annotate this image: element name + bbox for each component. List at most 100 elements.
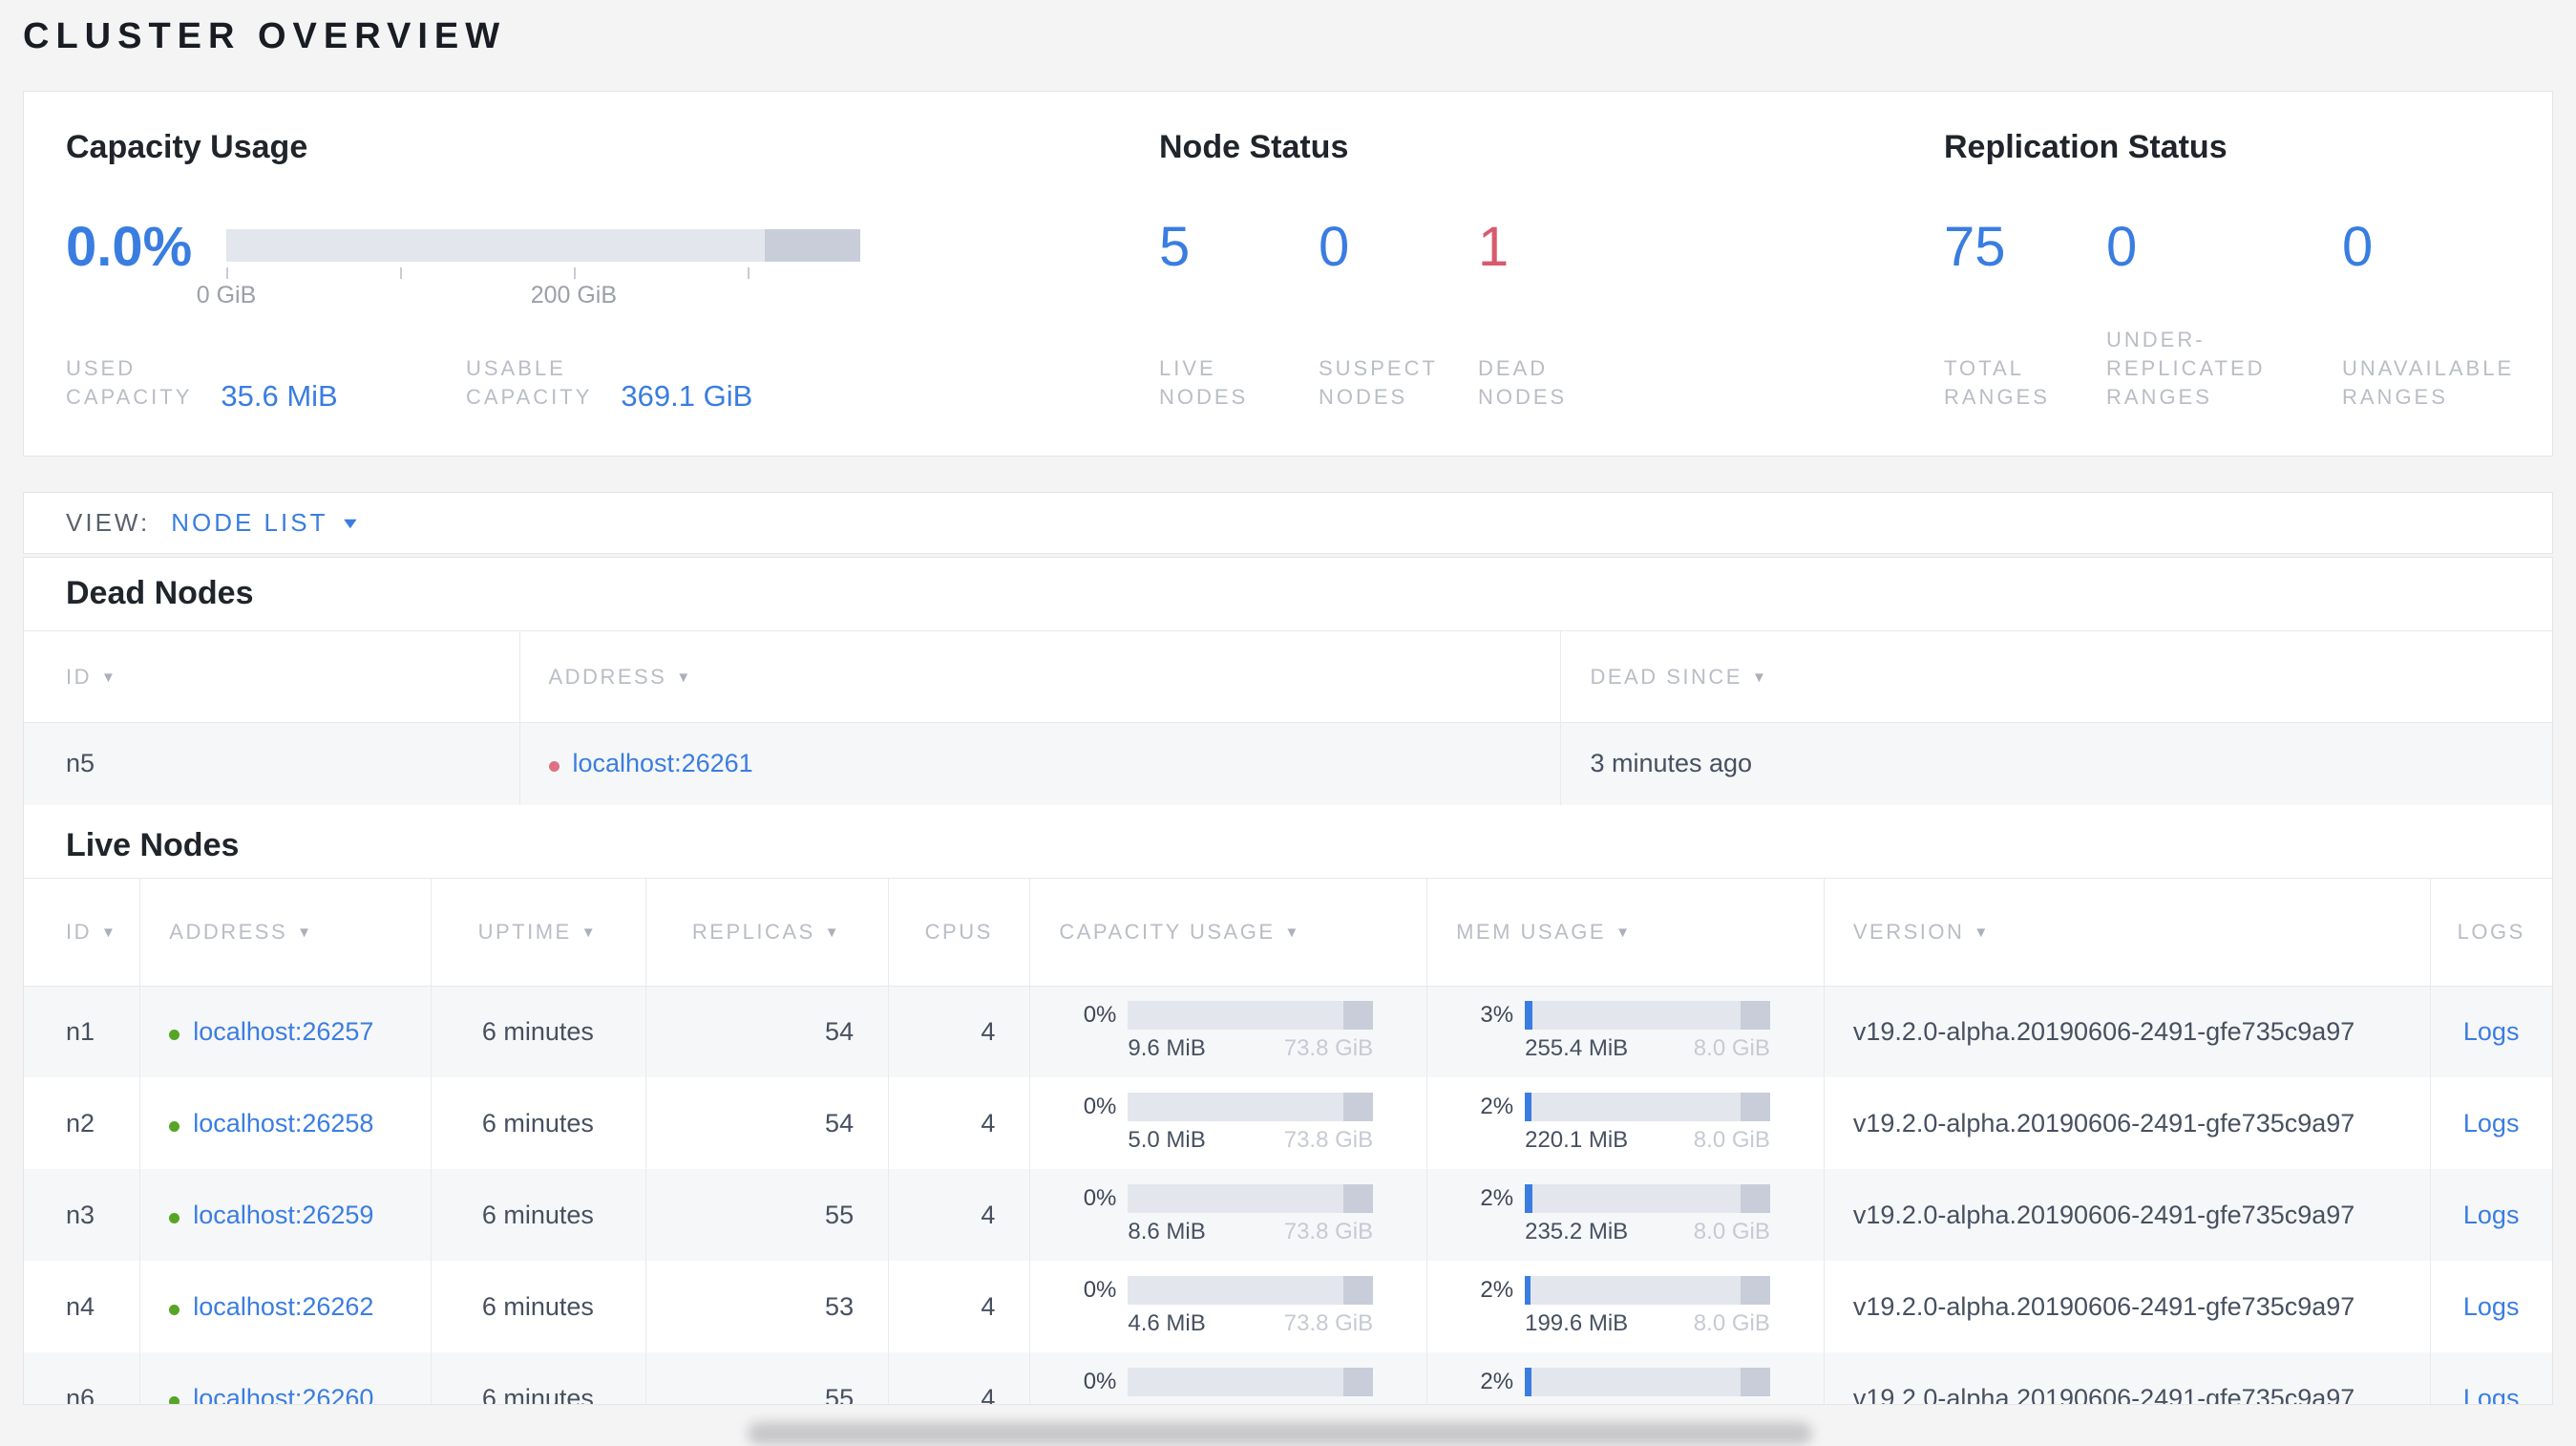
capacity-percent: 0% bbox=[1083, 1369, 1117, 1394]
live-col-uptime-header[interactable]: UPTIME ▼ bbox=[430, 877, 646, 987]
dead-col-dead-since-header[interactable]: DEAD SINCE ▼ bbox=[1560, 630, 2552, 723]
live-col-mem-usage-header[interactable]: MEM USAGE ▼ bbox=[1426, 877, 1825, 987]
node-address-link[interactable]: localhost:26258 bbox=[193, 1109, 373, 1138]
live-col-id-header[interactable]: ID ▼ bbox=[24, 877, 140, 987]
logs-link[interactable]: Logs bbox=[2463, 1017, 2520, 1046]
dead-col-id-header[interactable]: ID ▼ bbox=[24, 630, 519, 723]
used-capacity-stat: USED CAPACITY 35.6 MiB bbox=[66, 354, 466, 413]
capacity-total-value: 73.8 GiB bbox=[1284, 1402, 1373, 1404]
mem-usage-tail bbox=[1741, 1368, 1770, 1396]
live-col-cpus-header[interactable]: CPUS bbox=[888, 877, 1030, 987]
mem-usage-fill bbox=[1525, 1276, 1531, 1305]
live-node-id: n2 bbox=[66, 1108, 95, 1138]
dead-nodes-label: DEAD NODES bbox=[1478, 356, 1568, 409]
node-address-link[interactable]: localhost:26262 bbox=[193, 1292, 373, 1321]
capacity-usage-tail bbox=[1343, 1276, 1374, 1305]
mem-percent: 3% bbox=[1480, 1002, 1514, 1029]
view-label: VIEW: bbox=[66, 508, 151, 537]
live-node-uptime: 6 minutes bbox=[430, 986, 646, 1077]
live-node-version: v19.2.0-alpha.20190606-2491-gfe735c9a97 bbox=[1823, 986, 2431, 1077]
live-node-capacity-usage-cell: 0% 9.6 MiB 73.8 GiB bbox=[1029, 986, 1427, 1077]
live-node-uptime: 6 minutes bbox=[430, 1261, 646, 1352]
mem-usage-minibar bbox=[1525, 1276, 1770, 1305]
mem-percent: 2% bbox=[1480, 1277, 1514, 1303]
mem-usage-fill bbox=[1525, 1368, 1532, 1396]
dead-col-address-header[interactable]: ADDRESS ▼ bbox=[518, 630, 1561, 723]
mem-usage-minibar bbox=[1525, 1001, 1770, 1031]
logs-link[interactable]: Logs bbox=[2463, 1109, 2520, 1138]
capacity-usage-minibar bbox=[1128, 1368, 1374, 1396]
sort-desc-icon: ▼ bbox=[581, 924, 599, 941]
usable-capacity-value: 369.1 GiB bbox=[621, 379, 753, 413]
mem-total-value: 8.0 GiB bbox=[1693, 1127, 1770, 1153]
dead-nodes-heading: Dead Nodes bbox=[66, 575, 254, 611]
live-node-mem-usage-cell: 2% 225.5 MiB 8.0 GiB bbox=[1426, 1352, 1825, 1404]
live-node-dot-icon bbox=[169, 1304, 180, 1315]
sort-desc-icon: ▼ bbox=[1284, 924, 1301, 941]
capacity-used-value: 5.0 MiB bbox=[1128, 1127, 1206, 1153]
live-node-mem-usage-cell: 2% 199.6 MiB 8.0 GiB bbox=[1426, 1261, 1825, 1352]
capacity-used-value: 4.6 MiB bbox=[1128, 1310, 1206, 1336]
live-node-version: v19.2.0-alpha.20190606-2491-gfe735c9a97 bbox=[1823, 1169, 2431, 1261]
live-node-address-cell: localhost:26260 bbox=[139, 1352, 432, 1405]
live-node-mem-usage-cell: 2% 235.2 MiB 8.0 GiB bbox=[1426, 1169, 1825, 1261]
live-col-address-header[interactable]: ADDRESS ▼ bbox=[139, 877, 432, 987]
mem-used-value: 199.6 MiB bbox=[1525, 1310, 1629, 1336]
live-col-version-header[interactable]: VERSION ▼ bbox=[1823, 877, 2431, 987]
node-address-link[interactable]: localhost:26257 bbox=[193, 1017, 373, 1046]
live-node-cpus: 4 bbox=[888, 1261, 1030, 1352]
sort-desc-icon: ▼ bbox=[1974, 924, 1991, 941]
live-node-row: n1 localhost:26257 6 minutes 54 4 0% 9.6… bbox=[24, 986, 2552, 1077]
usable-capacity-label: USABLE CAPACITY bbox=[466, 356, 593, 409]
mem-usage-minibar bbox=[1525, 1093, 1770, 1121]
live-node-dot-icon bbox=[169, 1029, 180, 1040]
capacity-bar-reserved-segment bbox=[765, 229, 860, 262]
axis-label-200gib: 200 GiB bbox=[530, 282, 618, 308]
capacity-used-value: 8.6 MiB bbox=[1128, 1219, 1206, 1244]
live-node-logs-cell: Logs bbox=[2430, 1169, 2552, 1261]
node-address-link[interactable]: localhost:26261 bbox=[573, 749, 753, 777]
live-col-replicas-header[interactable]: REPLICAS ▼ bbox=[644, 877, 889, 987]
live-node-row: n6 localhost:26260 6 minutes 55 4 0% 2% … bbox=[24, 1352, 2552, 1405]
live-node-capacity-usage-cell: 0% 5.0 MiB 73.8 GiB bbox=[1029, 1077, 1427, 1169]
live-node-logs-cell: Logs bbox=[2430, 1077, 2552, 1169]
logs-link[interactable]: Logs bbox=[2463, 1384, 2520, 1405]
cluster-summary-card: Capacity Usage 0.0% 0 GiB 200 GiB USED C… bbox=[23, 91, 2553, 457]
live-node-address-cell: localhost:26259 bbox=[139, 1169, 432, 1261]
capacity-percent: 0% bbox=[1083, 1094, 1117, 1119]
sort-desc-icon: ▼ bbox=[1751, 669, 1769, 686]
live-node-logs-cell: Logs bbox=[2430, 986, 2552, 1077]
live-col-capacity-usage-header[interactable]: CAPACITY USAGE ▼ bbox=[1029, 877, 1427, 987]
live-node-dot-icon bbox=[169, 1212, 180, 1223]
mem-usage-minibar bbox=[1525, 1368, 1770, 1396]
live-node-replicas: 53 bbox=[644, 1261, 889, 1352]
mem-total-value: 8.0 GiB bbox=[1694, 1402, 1770, 1404]
view-selector[interactable]: NODE LIST ▼ bbox=[171, 508, 362, 538]
capacity-percent: 0% bbox=[1083, 1277, 1117, 1303]
usable-capacity-stat: USABLE CAPACITY 369.1 GiB bbox=[466, 354, 753, 413]
logs-link[interactable]: Logs bbox=[2463, 1201, 2520, 1229]
live-nodes-table: ID ▼ ADDRESS ▼ UPTIME ▼ REPLICAS ▼ CPUS CAPA… bbox=[24, 877, 2552, 1405]
view-bar: VIEW: NODE LIST ▼ bbox=[23, 492, 2553, 554]
node-status-section: Node Status 5 0 1 LIVE NODES SUSPECT NOD… bbox=[1159, 126, 1944, 417]
logs-link[interactable]: Logs bbox=[2463, 1292, 2520, 1321]
node-address-link[interactable]: localhost:26259 bbox=[193, 1201, 373, 1229]
suspect-nodes-label: SUSPECT NODES bbox=[1319, 356, 1438, 409]
used-capacity-label: USED CAPACITY bbox=[66, 356, 193, 409]
mem-percent: 2% bbox=[1480, 1369, 1514, 1394]
live-node-cpus: 4 bbox=[888, 1077, 1030, 1169]
mem-used-value: 235.2 MiB bbox=[1525, 1219, 1629, 1244]
horizontal-scrollbar[interactable] bbox=[748, 1422, 1812, 1445]
live-node-row: n2 localhost:26258 6 minutes 54 4 0% 5.0… bbox=[24, 1077, 2552, 1169]
mem-percent: 2% bbox=[1480, 1094, 1514, 1119]
capacity-usage-tail bbox=[1343, 1093, 1374, 1121]
capacity-percent: 0% bbox=[1083, 1185, 1117, 1211]
dead-node-address-cell: localhost:26261 bbox=[518, 722, 1561, 805]
live-node-address-cell: localhost:26262 bbox=[139, 1261, 432, 1352]
dead-nodes-table: ID ▼ ADDRESS ▼ DEAD SINCE ▼ n5 localhost:26… bbox=[24, 630, 2552, 805]
dead-table-header-row: ID ▼ ADDRESS ▼ DEAD SINCE ▼ bbox=[24, 630, 2552, 723]
node-address-link[interactable]: localhost:26260 bbox=[193, 1384, 373, 1405]
live-node-address-cell: localhost:26258 bbox=[139, 1077, 432, 1169]
capacity-usage-minibar bbox=[1128, 1001, 1374, 1031]
sort-desc-icon: ▼ bbox=[101, 924, 118, 941]
